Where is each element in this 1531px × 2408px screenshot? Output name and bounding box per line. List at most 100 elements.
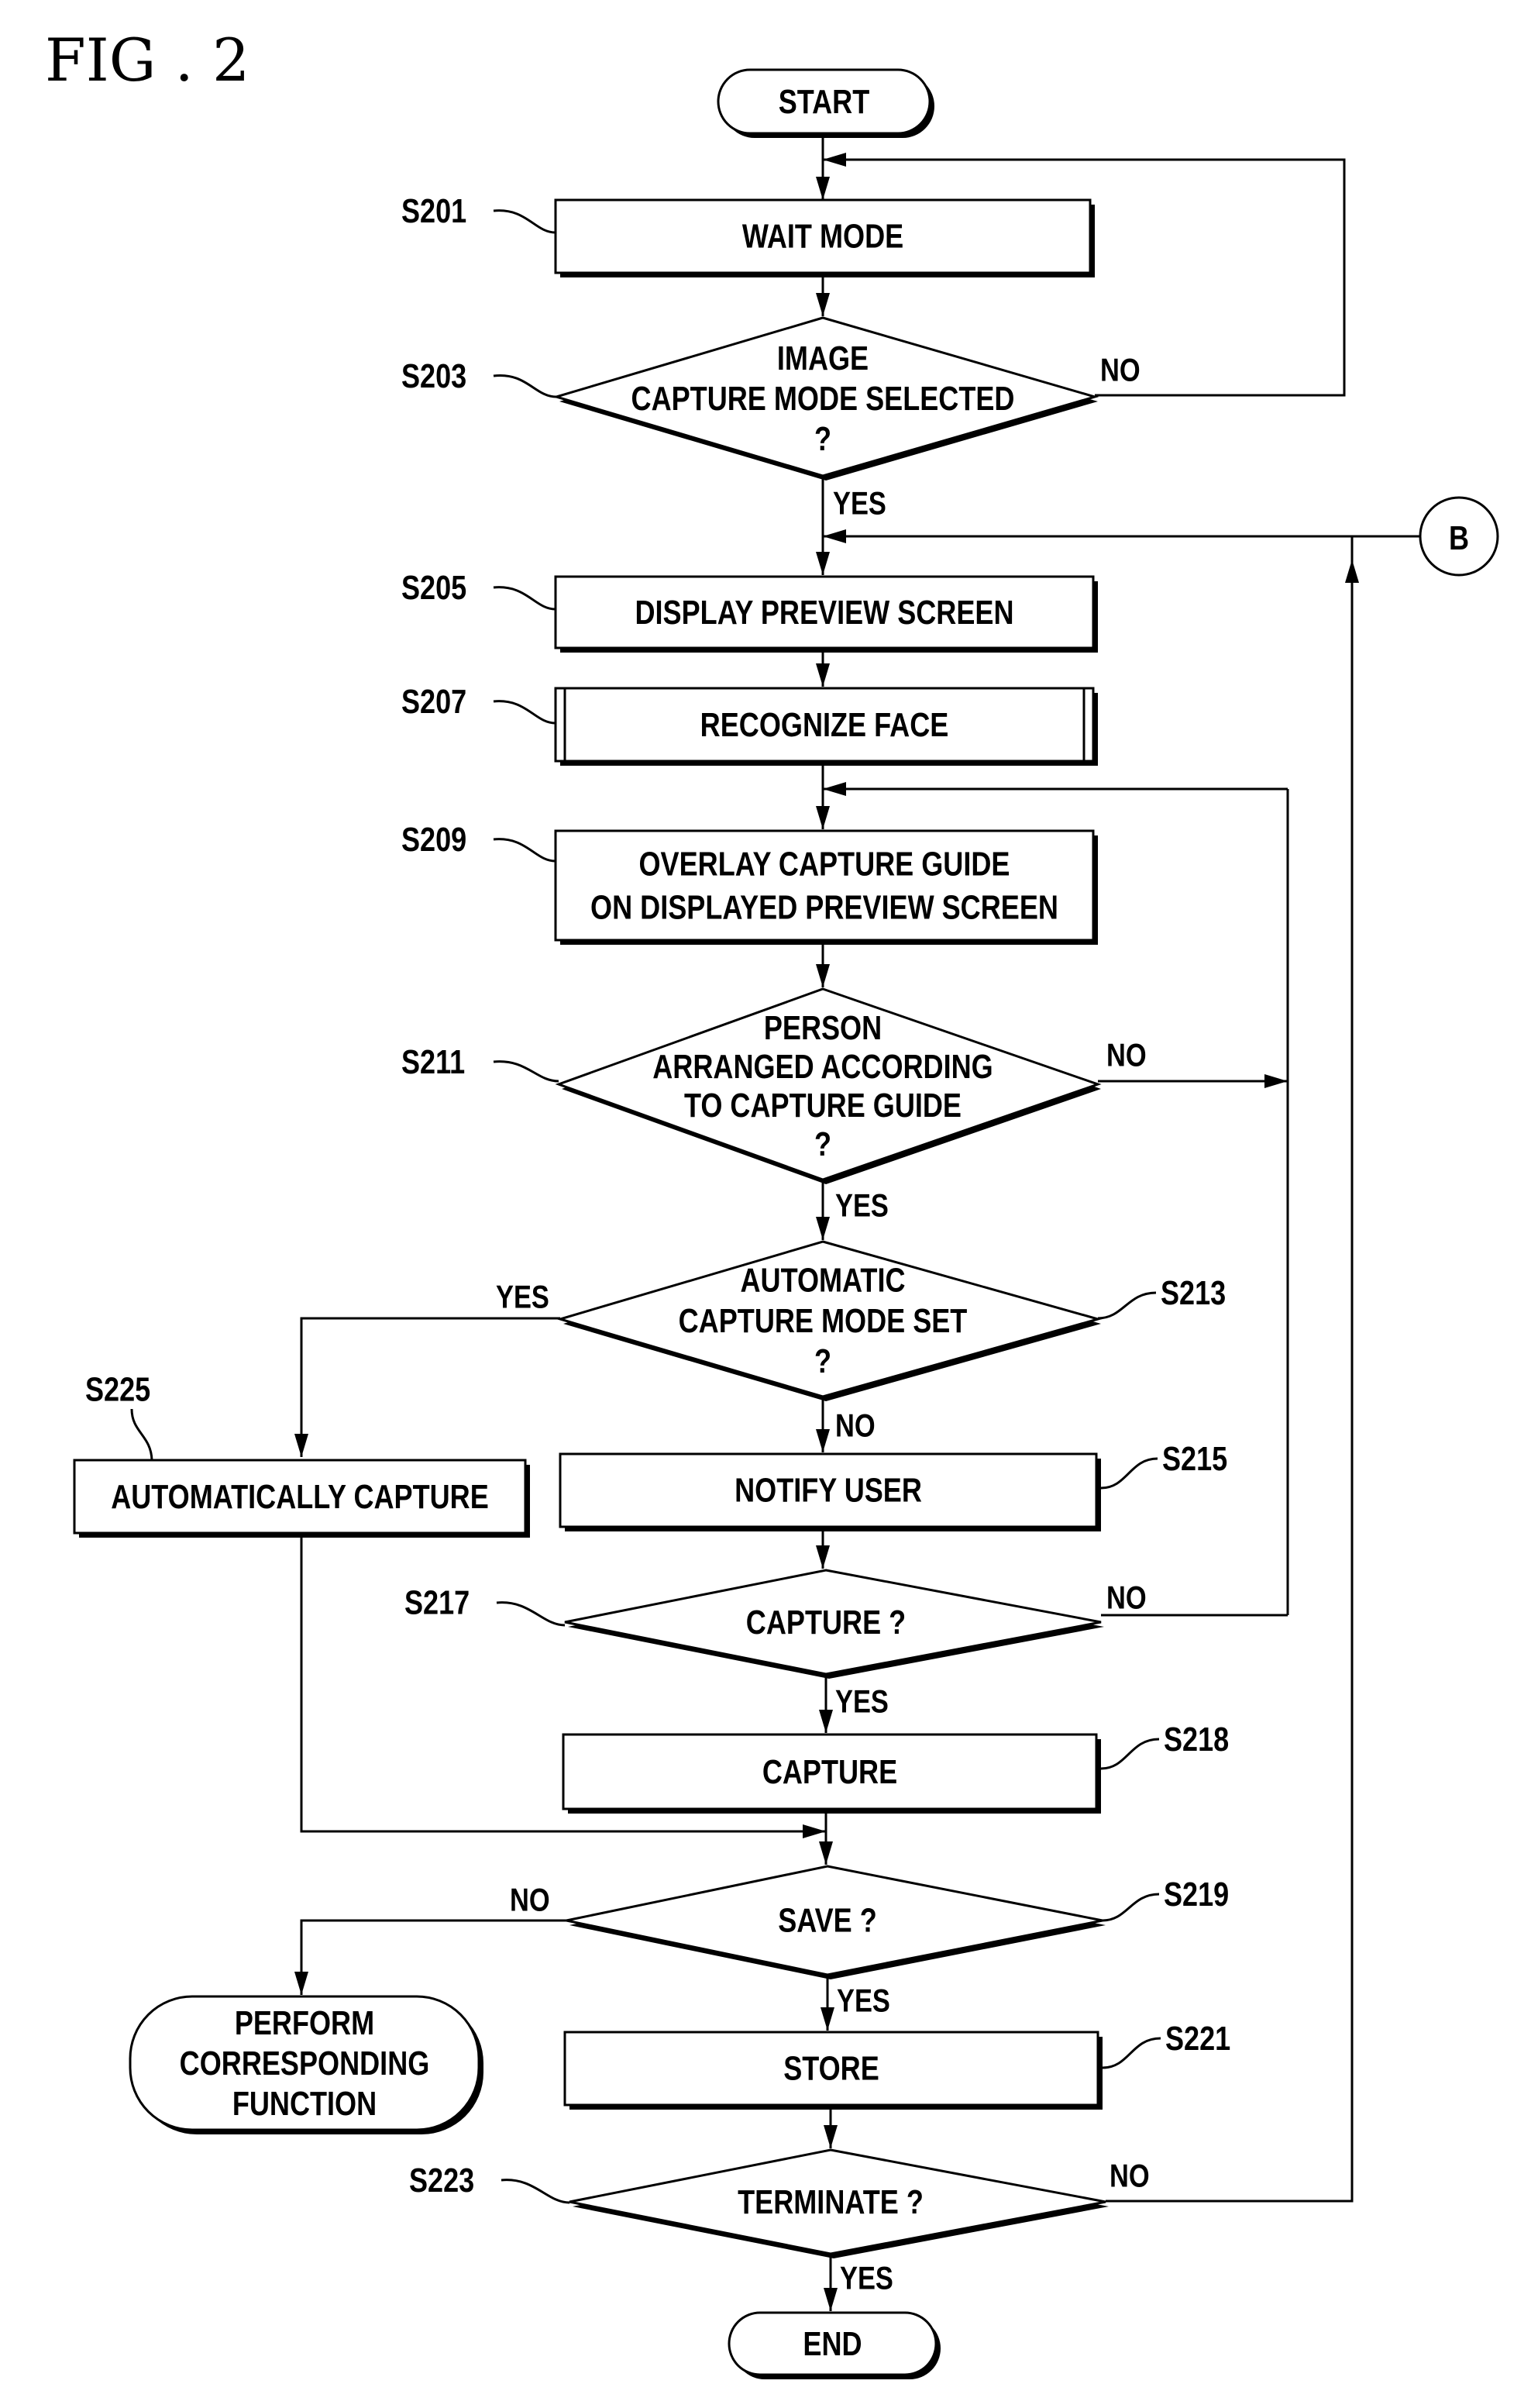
arrowhead-icon [824, 2125, 838, 2148]
diamond-text: SAVE ? [778, 1901, 877, 1939]
box-text: OVERLAY CAPTURE GUIDE [639, 845, 1010, 883]
diamond-text: CAPTURE MODE SET [679, 1301, 968, 1339]
process-box-s209: OVERLAY CAPTURE GUIDE ON DISPLAYED PREVIE… [554, 829, 1098, 945]
branch-label-s213_yes: YES [496, 1279, 549, 1315]
pill-text: CORRESPONDING [180, 2044, 430, 2082]
connector-line [1106, 536, 1354, 2203]
box-text: STORE [783, 2049, 879, 2087]
step-label-s207: S207 [401, 682, 466, 720]
leader-line [493, 1060, 559, 1083]
arrowhead-icon [823, 153, 846, 167]
arrowhead-icon [816, 293, 830, 316]
diamond-text: CAPTURE MODE SELECTED [631, 379, 1015, 417]
step-label-s219: S219 [1164, 1875, 1229, 1913]
arrowhead-icon [819, 1710, 833, 1733]
step-label-s201: S201 [401, 191, 466, 229]
branch-label-s223_no: NO [1110, 2158, 1150, 2194]
box-text: NOTIFY USER [735, 1471, 922, 1509]
leader-line [493, 209, 556, 234]
decision-s211: PERSONARRANGED ACCORDINGTO CAPTURE GUIDE… [555, 987, 1102, 1184]
arrowhead-icon [823, 782, 846, 796]
decision-s203: IMAGECAPTURE MODE SELECTED? [552, 316, 1099, 481]
diamond-text: AUTOMATIC [740, 1261, 905, 1299]
box-text: CAPTURE [762, 1752, 897, 1790]
diamond-text: IMAGE [777, 339, 869, 377]
branch-label-s217_yes: YES [835, 1683, 889, 1720]
arrowhead-icon [816, 552, 830, 575]
connector-b: B [1419, 496, 1499, 577]
terminal-perform: PERFORMCORRESPONDINGFUNCTION [129, 1995, 483, 2134]
connector-b-label: B [1449, 518, 1469, 556]
decision-s219: SAVE ? [566, 1865, 1106, 1979]
process-box-s218: CAPTURE [562, 1733, 1101, 1814]
step-label-s203: S203 [401, 357, 466, 394]
diamond-text: ? [814, 1125, 831, 1163]
terminal-start: START [717, 68, 934, 138]
decision-s223: TERMINATE ? [569, 2148, 1109, 2258]
arrowhead-icon [816, 806, 830, 829]
arrowhead-icon [294, 1434, 308, 1457]
branch-label-s223_yes: YES [840, 2260, 893, 2296]
arrowhead-icon [819, 1841, 833, 1865]
diamond-text: CAPTURE ? [746, 1603, 906, 1641]
decision-s213: AUTOMATICCAPTURE MODE SET? [556, 1240, 1103, 1401]
decision-s217: CAPTURE ? [564, 1569, 1104, 1679]
box-text: WAIT MODE [742, 217, 903, 255]
step-label-s217: S217 [404, 1583, 470, 1621]
arrowhead-icon [816, 663, 830, 687]
branch-label-s217_no: NO [1106, 1579, 1147, 1616]
step-label-s221: S221 [1165, 2019, 1230, 2057]
process-box-s205: DISPLAY PREVIEW SCREEN [554, 575, 1098, 653]
box-text: ON DISPLAYED PREVIEW SCREEN [590, 888, 1058, 926]
step-label-s225: S225 [85, 1370, 150, 1408]
arrowhead-icon [294, 1972, 308, 1995]
diamond-text: TERMINATE ? [738, 2182, 924, 2220]
step-label-s213: S213 [1161, 1273, 1226, 1311]
arrowhead-icon [816, 1545, 830, 1569]
pill-text: START [779, 82, 870, 120]
diamond-text: ARRANGED ACCORDING [652, 1047, 993, 1085]
flow-nodes: START WAIT MODE IMAGECAPTURE MODE SELECTED… [73, 68, 1499, 2379]
process-box-s221: STORE [563, 2031, 1103, 2110]
leader-line [493, 586, 556, 611]
process-box-s225: AUTOMATICALLY CAPTURE [73, 1459, 530, 1538]
step-label-s223: S223 [409, 2161, 474, 2199]
figure-title: FIG . 2 [45, 26, 249, 95]
diamond-text: PERSON [764, 1008, 882, 1046]
box-text: AUTOMATICALLY CAPTURE [111, 1477, 489, 1515]
leader-line [493, 838, 556, 863]
leader-line [493, 700, 556, 725]
pill-text: PERFORM [235, 2003, 374, 2041]
leader-line [493, 374, 557, 398]
flow-labels: S201 S203 NO YES S205 S207 S209 S211 NO YES S213 YE… [85, 191, 1230, 2296]
branch-label-s213_no: NO [835, 1407, 876, 1444]
step-label-s218: S218 [1164, 1720, 1229, 1758]
step-label-s209: S209 [401, 820, 466, 858]
leader-line [130, 1408, 153, 1461]
arrowhead-icon [823, 529, 846, 543]
box-text: RECOGNIZE FACE [700, 705, 949, 743]
arrowhead-icon [816, 177, 830, 200]
box-text: DISPLAY PREVIEW SCREEN [635, 593, 1013, 631]
process-box-s215: NOTIFY USER [559, 1452, 1101, 1531]
arrowhead-icon [1264, 1074, 1288, 1088]
connector-line [300, 1919, 566, 1995]
diamond-text: TO CAPTURE GUIDE [684, 1086, 962, 1124]
pill-text: END [803, 2324, 862, 2362]
leader-line [1102, 1893, 1160, 1922]
branch-label-s203_no: NO [1100, 352, 1141, 388]
leader-line [1097, 1291, 1157, 1320]
branch-label-s203_yes: YES [833, 485, 886, 522]
arrowhead-icon [816, 964, 830, 987]
process-box-s207: RECOGNIZE FACE [554, 687, 1098, 766]
flowchart: FIG . 2 STARTWAIT MODEIMAGECAPTURE MODE … [45, 26, 1499, 2379]
arrowhead-icon [1345, 560, 1359, 583]
step-label-s205: S205 [401, 568, 466, 606]
process-box-s201: WAIT MODE [554, 198, 1095, 277]
leader-line [1100, 1738, 1160, 1770]
arrowhead-icon [821, 2007, 834, 2031]
arrowhead-icon [824, 2288, 838, 2311]
step-label-s211: S211 [401, 1042, 465, 1080]
branch-label-s219_yes: YES [837, 1983, 890, 2019]
pill-text: FUNCTION [232, 2084, 377, 2122]
